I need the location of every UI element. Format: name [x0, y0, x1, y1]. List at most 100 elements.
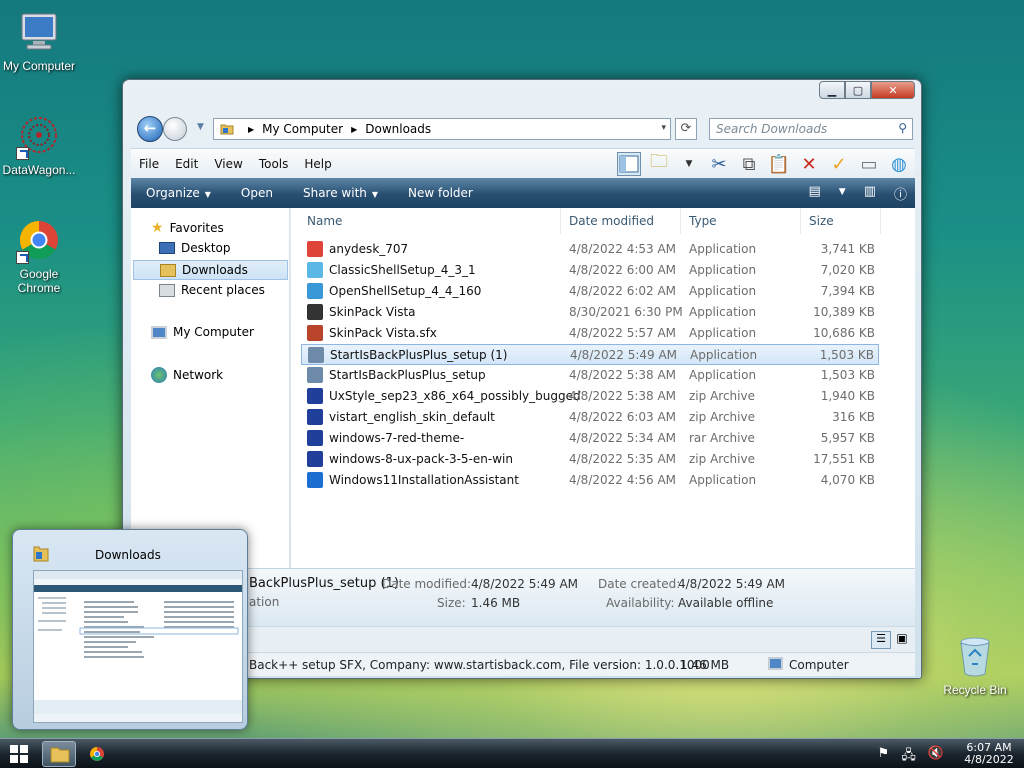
history-dropdown-icon[interactable]: ▼	[197, 122, 204, 132]
details-pane: BackPlusPlus_setup (1) ation Date modifi…	[131, 568, 915, 626]
desktop-icon-label: Google Chrome	[17, 267, 61, 295]
table-row[interactable]: ClassicShellSetup_4_3_1 4/8/2022 6:00 AM A…	[301, 260, 879, 281]
preview-pane-icon[interactable]: ▥	[864, 184, 876, 203]
refresh-button[interactable]: ⟳	[675, 118, 697, 140]
address-dropdown-icon[interactable]: ▾	[661, 123, 666, 133]
folder-options-icon[interactable]: 🗀	[647, 151, 671, 176]
table-row[interactable]: SkinPack Vista.sfx 4/8/2022 5:57 AM Applic…	[301, 323, 879, 344]
address-bar[interactable]: ▶ My Computer ▶ Downloads ▾	[213, 118, 671, 140]
select-icon[interactable]: ▭	[857, 152, 881, 176]
nav-favorites[interactable]: ★ Favorites	[151, 220, 224, 236]
menu-edit[interactable]: Edit	[167, 157, 206, 171]
open-button[interactable]: Open	[226, 186, 288, 200]
views-icon[interactable]: ▤	[808, 184, 820, 203]
network-icon	[151, 367, 167, 383]
file-type-icon	[307, 409, 323, 425]
file-size: 316 KB	[832, 410, 875, 424]
thumbnail-window-image	[33, 570, 243, 723]
cut-icon[interactable]: ✂	[707, 152, 731, 176]
table-row[interactable]: anydesk_707 4/8/2022 4:53 AM Application 3,…	[301, 239, 879, 260]
menu-file[interactable]: File	[131, 157, 167, 171]
shell-icon[interactable]: ◍	[887, 152, 911, 176]
back-button[interactable]: ←	[137, 116, 163, 142]
table-row[interactable]: StartIsBackPlusPlus_setup (1) 4/8/2022 5:…	[301, 344, 879, 365]
nav-desktop[interactable]: Desktop	[159, 241, 231, 255]
taskbar-thumbnail-preview[interactable]: Downloads	[12, 529, 248, 730]
file-date: 4/8/2022 5:34 AM	[569, 431, 677, 445]
file-size: 10,686 KB	[813, 326, 875, 340]
network-status-icon[interactable]: 🖧	[901, 746, 916, 768]
column-header-size[interactable]: Size	[801, 208, 881, 234]
column-header-type[interactable]: Type	[681, 208, 801, 234]
menu-help[interactable]: Help	[296, 157, 339, 171]
share-with-button[interactable]: Share with ▼	[288, 186, 393, 200]
menu-view[interactable]: View	[206, 157, 250, 171]
maximize-button[interactable]: ▢	[845, 81, 871, 99]
table-row[interactable]: vistart_english_skin_default 4/8/2022 6:0…	[301, 407, 879, 428]
copy-icon[interactable]: ⧉	[737, 152, 761, 176]
volume-muted-icon[interactable]: 🔇	[928, 746, 944, 768]
column-header-name[interactable]: Name	[299, 208, 561, 234]
breadcrumb-my-computer[interactable]: My Computer	[262, 122, 343, 136]
desktop-icon-google-chrome[interactable]: Google Chrome	[0, 218, 82, 295]
taskbar-explorer-button[interactable]	[42, 741, 76, 767]
table-row[interactable]: SkinPack Vista 8/30/2021 6:30 PM Applicati…	[301, 302, 879, 323]
file-type-icon	[307, 472, 323, 488]
desktop-icon-datawagon[interactable]: DataWagon...	[0, 114, 82, 177]
file-date: 4/8/2022 5:49 AM	[570, 348, 678, 362]
new-folder-button[interactable]: New folder	[393, 186, 488, 200]
downloads-folder-icon	[160, 263, 176, 277]
desktop-icon-my-computer[interactable]: My Computer	[0, 10, 82, 73]
shortcut-arrow-icon	[16, 147, 29, 160]
file-size: 1,503 KB	[820, 368, 875, 382]
minimize-button[interactable]: ▁	[819, 81, 845, 99]
help-icon[interactable]: ⓘ	[894, 184, 907, 203]
desktop-icon-recycle-bin[interactable]: Recycle Bin	[932, 634, 1018, 697]
start-button[interactable]	[10, 745, 28, 763]
dropdown-icon[interactable]: ▼	[677, 152, 701, 176]
properties-check-icon[interactable]: ✓	[827, 152, 851, 176]
file-type: zip Archive	[689, 452, 755, 466]
file-type: Application	[689, 242, 757, 256]
thumbnail-title: Downloads	[95, 548, 161, 562]
views-dropdown-icon[interactable]: ▼	[839, 184, 846, 203]
folders-pane-icon[interactable]	[617, 152, 641, 176]
table-row[interactable]: windows-8-ux-pack-3-5-en-win 4/8/2022 5:3…	[301, 449, 879, 470]
taskbar-chrome-button[interactable]	[80, 741, 114, 767]
forward-button[interactable]	[163, 117, 187, 141]
menu-tools[interactable]: Tools	[251, 157, 297, 171]
close-button[interactable]: ✕	[871, 81, 915, 99]
details-file-name: BackPlusPlus_setup (1)	[249, 576, 399, 591]
breadcrumb-separator-icon: ▶	[248, 124, 255, 134]
system-clock[interactable]: 6:07 AM 4/8/2022	[960, 742, 1018, 766]
table-row[interactable]: StartIsBackPlusPlus_setup 4/8/2022 5:38 A…	[301, 365, 879, 386]
nav-my-computer[interactable]: My Computer	[151, 325, 254, 339]
details-view-icon[interactable]: ☰	[871, 631, 891, 649]
organize-button[interactable]: Organize ▼	[131, 186, 226, 200]
recycle-bin-icon	[952, 634, 998, 680]
details-file-subtitle: ation	[249, 595, 280, 609]
column-header-date[interactable]: Date modified	[561, 208, 681, 234]
nav-downloads[interactable]: Downloads	[133, 260, 288, 280]
desktop-icon	[159, 242, 175, 254]
delete-icon[interactable]: ✕	[797, 152, 821, 176]
paste-icon[interactable]: 📋	[767, 152, 791, 176]
command-bar-right: ▤ ▼ ▥ ⓘ	[808, 184, 907, 203]
file-size: 7,394 KB	[820, 284, 875, 298]
details-size-label: Size:	[437, 596, 466, 610]
table-row[interactable]: windows-7-red-theme- 4/8/2022 5:34 AM rar …	[301, 428, 879, 449]
menu-bar: File Edit View Tools Help 🗀 ▼ ✂ ⧉ 📋 ✕ ✓ …	[131, 148, 915, 178]
nav-recent-places[interactable]: Recent places	[159, 283, 265, 297]
table-row[interactable]: UxStyle_sep23_x86_x64_possibly_bugged 4/8…	[301, 386, 879, 407]
file-date: 4/8/2022 6:02 AM	[569, 284, 677, 298]
table-row[interactable]: OpenShellSetup_4_4_160 4/8/2022 6:02 AM Ap…	[301, 281, 879, 302]
search-input[interactable]: Search Downloads ⚲	[709, 118, 913, 140]
table-row[interactable]: Windows11InstallationAssistant 4/8/2022 4…	[301, 470, 879, 491]
details-date-created: 4/8/2022 5:49 AM	[678, 577, 786, 591]
action-center-flag-icon[interactable]: ⚑	[878, 746, 890, 768]
datawagon-icon	[16, 114, 62, 160]
nav-network[interactable]: Network	[151, 367, 223, 383]
breadcrumb-downloads[interactable]: Downloads	[365, 122, 431, 136]
search-icon[interactable]: ⚲	[898, 121, 907, 135]
thumbnail-view-icon[interactable]: ▣	[893, 631, 911, 649]
